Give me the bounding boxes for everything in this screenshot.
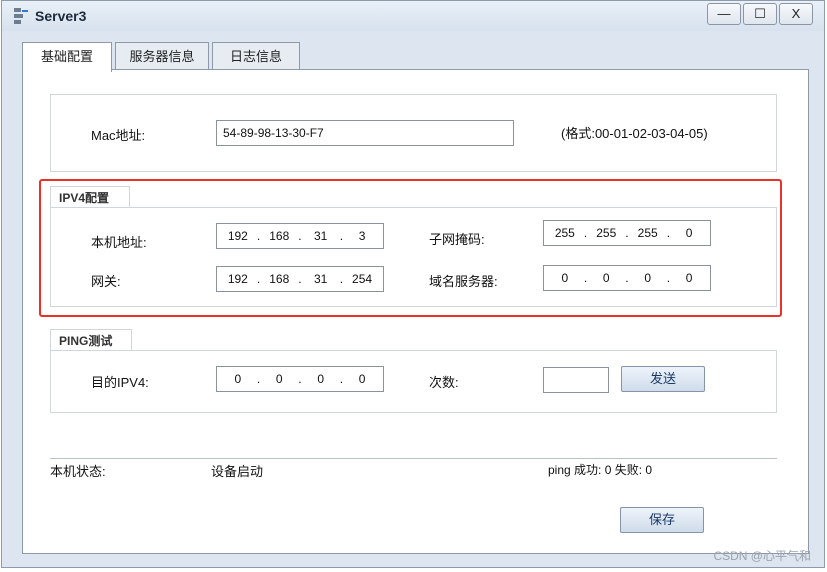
server3-window: Server3 — ☐ X 基础配置 服务器信息 日志信息 Mac地址: 54-… — [1, 0, 825, 568]
status-divider — [50, 458, 777, 459]
tab-server-info[interactable]: 服务器信息 — [115, 42, 209, 70]
mac-input[interactable]: 54-89-98-13-30-F7 — [216, 120, 514, 146]
save-button[interactable]: 保存 — [620, 507, 704, 533]
ip-dot: . — [298, 372, 302, 386]
ping-count-label: 次数: — [429, 375, 459, 390]
close-button[interactable]: X — [779, 3, 813, 25]
ip-dot: . — [256, 372, 261, 386]
ping-count-input[interactable] — [543, 367, 609, 393]
mac-format-hint: (格式:00-01-02-03-04-05) — [561, 126, 708, 141]
tab-basic-config[interactable]: 基础配置 — [22, 42, 112, 72]
ipv4-highlight-box — [39, 179, 782, 317]
window-title: Server3 — [35, 8, 87, 24]
ip-octet: 0 — [317, 372, 324, 386]
host-state-value: 设备启动 — [211, 464, 264, 479]
ip-octet: 0 — [275, 372, 283, 386]
ping-dest-label: 目的IPV4: — [91, 375, 149, 390]
tab-log-info[interactable]: 日志信息 — [212, 42, 300, 70]
watermark: CSDN @心平气和 — [713, 549, 811, 563]
host-state-label: 本机状态: — [50, 464, 106, 479]
minimize-icon: — — [717, 6, 731, 21]
ip-octet: 0 — [234, 372, 242, 386]
mac-label: Mac地址: — [91, 128, 146, 143]
ping-dest-input[interactable]: 0. 0. 0. 0 — [216, 366, 384, 392]
server-app-icon — [14, 8, 28, 24]
minimize-button[interactable]: — — [707, 3, 741, 25]
ping-result-text: ping 成功: 0 失败: 0 — [548, 463, 653, 477]
close-icon: X — [791, 6, 801, 21]
title-bar[interactable]: Server3 — ☐ X — [2, 1, 824, 31]
send-button[interactable]: 发送 — [621, 366, 705, 392]
maximize-icon: ☐ — [754, 6, 766, 21]
maximize-button[interactable]: ☐ — [743, 3, 777, 25]
ping-group: 目的IPV4: 0. 0. 0. 0 次数: 发送 — [50, 350, 777, 413]
mac-group: Mac地址: 54-89-98-13-30-F7 (格式:00-01-02-03… — [50, 94, 777, 172]
ping-group-title: PING测试 — [50, 329, 132, 351]
ip-octet: 0 — [358, 372, 366, 386]
ip-dot: . — [339, 372, 344, 386]
